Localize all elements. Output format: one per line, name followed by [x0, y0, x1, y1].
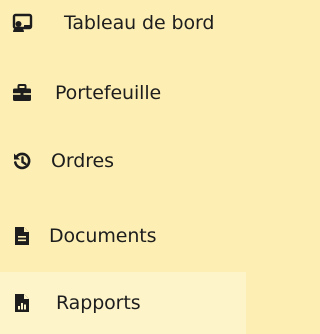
report-icon [11, 292, 33, 314]
sidebar-item-label: Ordres [51, 150, 114, 172]
sidebar-item-tableau-de-bord[interactable]: Tableau de bord [0, 0, 246, 54]
briefcase-icon [11, 82, 33, 104]
sidebar-nav: Tableau de bord Portefeuille Ordres Docu… [0, 0, 246, 334]
history-icon [11, 150, 33, 172]
sidebar-item-label: Rapports [56, 292, 141, 314]
dashboard-user-icon [11, 12, 33, 34]
sidebar-item-rapports[interactable]: Rapports [0, 272, 246, 334]
sidebar-item-label: Portefeuille [55, 82, 162, 104]
document-icon [11, 225, 33, 247]
sidebar-item-ordres[interactable]: Ordres [0, 130, 246, 192]
sidebar-item-label: Tableau de bord [64, 12, 215, 34]
sidebar-item-portefeuille[interactable]: Portefeuille [0, 62, 246, 124]
sidebar-item-label: Documents [49, 225, 157, 247]
sidebar-item-documents[interactable]: Documents [0, 205, 246, 267]
